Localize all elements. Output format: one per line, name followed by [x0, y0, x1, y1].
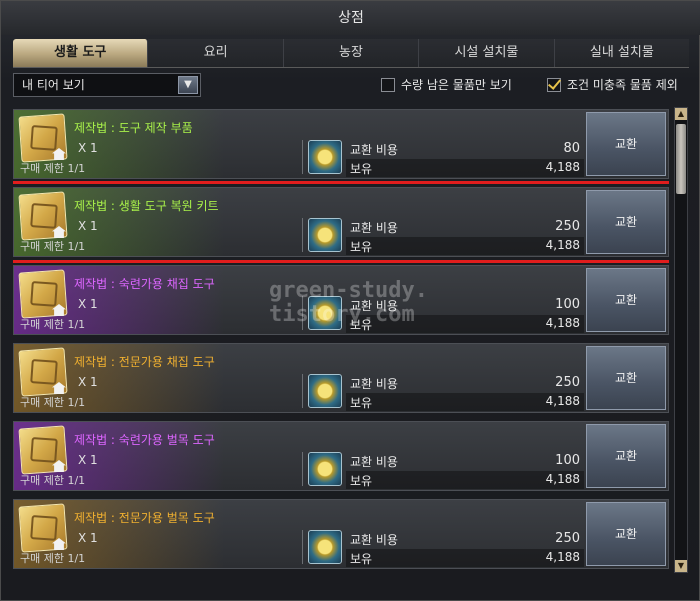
cost-label: 교환 비용	[350, 143, 398, 157]
own-value: 4,188	[545, 472, 580, 486]
item-name: 제작법 : 전문가용 채집 도구	[74, 355, 215, 369]
coin-icon	[308, 218, 342, 252]
exclude-unmet-box[interactable]	[547, 77, 561, 92]
watermark: green-study. tistory.com	[269, 278, 428, 327]
filter-row: 내 티어 보기 ▼ 수량 남은 물품만 보기 조건 미충족 물품 제외	[13, 73, 689, 99]
tier-select[interactable]: 내 티어 보기 ▼	[13, 73, 201, 97]
own-row: 보유 4,188	[346, 549, 584, 567]
category-tabs: 생활 도구 요리 농장 시설 설치물 실내 설치물	[13, 39, 690, 68]
purchase-limit: 구매 제한 1/1	[20, 474, 86, 487]
exchange-button[interactable]: 교환	[586, 112, 666, 176]
tab-facility[interactable]: 시설 설치물	[419, 39, 555, 67]
shop-window: 상점 생활 도구 요리 농장 시설 설치물 실내 설치물 내 티어 보기 ▼ 수…	[0, 0, 700, 601]
list-item: 제작법 : 전문가용 채집 도구 X 1 구매 제한 1/1 교환 비용 250…	[13, 343, 669, 413]
tab-interior[interactable]: 실내 설치물	[554, 39, 690, 67]
exclude-unmet-label: 조건 미충족 물품 제외	[567, 78, 678, 92]
cost-row: 교환 비용 250	[346, 218, 584, 236]
divider	[302, 530, 303, 564]
cost-label: 교환 비용	[350, 533, 398, 547]
item-quantity: X 1	[78, 297, 98, 311]
own-row: 보유 4,188	[346, 159, 584, 177]
own-row: 보유 4,188	[346, 471, 584, 489]
own-label: 보유	[350, 552, 373, 566]
own-label: 보유	[350, 474, 373, 488]
coin-icon	[308, 374, 342, 408]
item-quantity: X 1	[78, 141, 98, 155]
list-item: 제작법 : 숙련가용 벌목 도구 X 1 구매 제한 1/1 교환 비용 100…	[13, 421, 669, 491]
cost-value: 250	[555, 531, 580, 546]
cost-label: 교환 비용	[350, 377, 398, 391]
cost-label: 교환 비용	[350, 455, 398, 469]
list-item: 제작법 : 전문가용 벌목 도구 X 1 구매 제한 1/1 교환 비용 250…	[13, 499, 669, 569]
cost-value: 100	[555, 297, 580, 312]
item-name: 제작법 : 전문가용 벌목 도구	[74, 511, 215, 525]
purchase-limit: 구매 제한 1/1	[20, 162, 86, 175]
scroll-up-icon[interactable]: ▲	[675, 108, 687, 120]
item-quantity: X 1	[78, 531, 98, 545]
own-value: 4,188	[545, 394, 580, 408]
chevron-down-icon[interactable]: ▼	[178, 76, 198, 94]
exchange-button[interactable]: 교환	[586, 424, 666, 488]
scrollbar[interactable]: ▲ ▼	[674, 107, 688, 573]
purchase-limit: 구매 제한 1/1	[20, 552, 86, 565]
cost-value: 100	[555, 453, 580, 468]
cost-label: 교환 비용	[350, 221, 398, 235]
own-row: 보유 4,188	[346, 393, 584, 411]
own-value: 4,188	[545, 238, 580, 252]
item-name: 제작법 : 생활 도구 복원 키트	[74, 199, 219, 213]
tab-farm[interactable]: 농장	[283, 39, 420, 67]
purchase-limit: 구매 제한 1/1	[20, 318, 86, 331]
list-item: 제작법 : 도구 제작 부품 X 1 구매 제한 1/1 교환 비용 80 보유…	[13, 109, 669, 179]
own-value: 4,188	[545, 316, 580, 330]
tab-life-tools[interactable]: 생활 도구	[13, 39, 149, 67]
exchange-button[interactable]: 교환	[586, 190, 666, 254]
exchange-button[interactable]: 교환	[586, 268, 666, 332]
cost-value: 80	[563, 141, 580, 156]
own-value: 4,188	[545, 550, 580, 564]
own-value: 4,188	[545, 160, 580, 174]
tab-cooking[interactable]: 요리	[148, 39, 284, 67]
item-name: 제작법 : 숙련가용 채집 도구	[74, 277, 215, 291]
divider	[302, 452, 303, 486]
shop-item-list: 제작법 : 도구 제작 부품 X 1 구매 제한 1/1 교환 비용 80 보유…	[13, 107, 669, 573]
coin-icon	[308, 140, 342, 174]
item-quantity: X 1	[78, 219, 98, 233]
cost-value: 250	[555, 219, 580, 234]
only-remaining-label: 수량 남은 물품만 보기	[401, 78, 512, 92]
divider	[302, 140, 303, 174]
cost-row: 교환 비용 250	[346, 374, 584, 392]
own-label: 보유	[350, 162, 373, 176]
cost-row: 교환 비용 250	[346, 530, 584, 548]
coin-icon	[308, 452, 342, 486]
divider	[302, 218, 303, 252]
exclude-unmet-checkbox[interactable]: 조건 미충족 물품 제외	[547, 76, 678, 93]
own-label: 보유	[350, 396, 373, 410]
tier-select-value: 내 티어 보기	[22, 78, 85, 92]
exchange-button[interactable]: 교환	[586, 346, 666, 410]
only-remaining-checkbox[interactable]: 수량 남은 물품만 보기	[381, 76, 512, 93]
purchase-limit: 구매 제한 1/1	[20, 396, 86, 409]
item-name: 제작법 : 도구 제작 부품	[74, 121, 193, 135]
scroll-thumb[interactable]	[676, 124, 686, 194]
list-item: 제작법 : 생활 도구 복원 키트 X 1 구매 제한 1/1 교환 비용 25…	[13, 181, 669, 263]
own-row: 보유 4,188	[346, 237, 584, 255]
item-name: 제작법 : 숙련가용 벌목 도구	[74, 433, 215, 447]
cost-value: 250	[555, 375, 580, 390]
purchase-limit: 구매 제한 1/1	[20, 240, 86, 253]
exchange-button[interactable]: 교환	[586, 502, 666, 566]
item-quantity: X 1	[78, 375, 98, 389]
scroll-down-icon[interactable]: ▼	[675, 560, 687, 572]
only-remaining-box[interactable]	[381, 77, 395, 92]
divider	[302, 374, 303, 408]
item-quantity: X 1	[78, 453, 98, 467]
window-title: 상점	[1, 1, 700, 35]
coin-icon	[308, 530, 342, 564]
own-label: 보유	[350, 240, 373, 254]
cost-row: 교환 비용 80	[346, 140, 584, 158]
cost-row: 교환 비용 100	[346, 452, 584, 470]
